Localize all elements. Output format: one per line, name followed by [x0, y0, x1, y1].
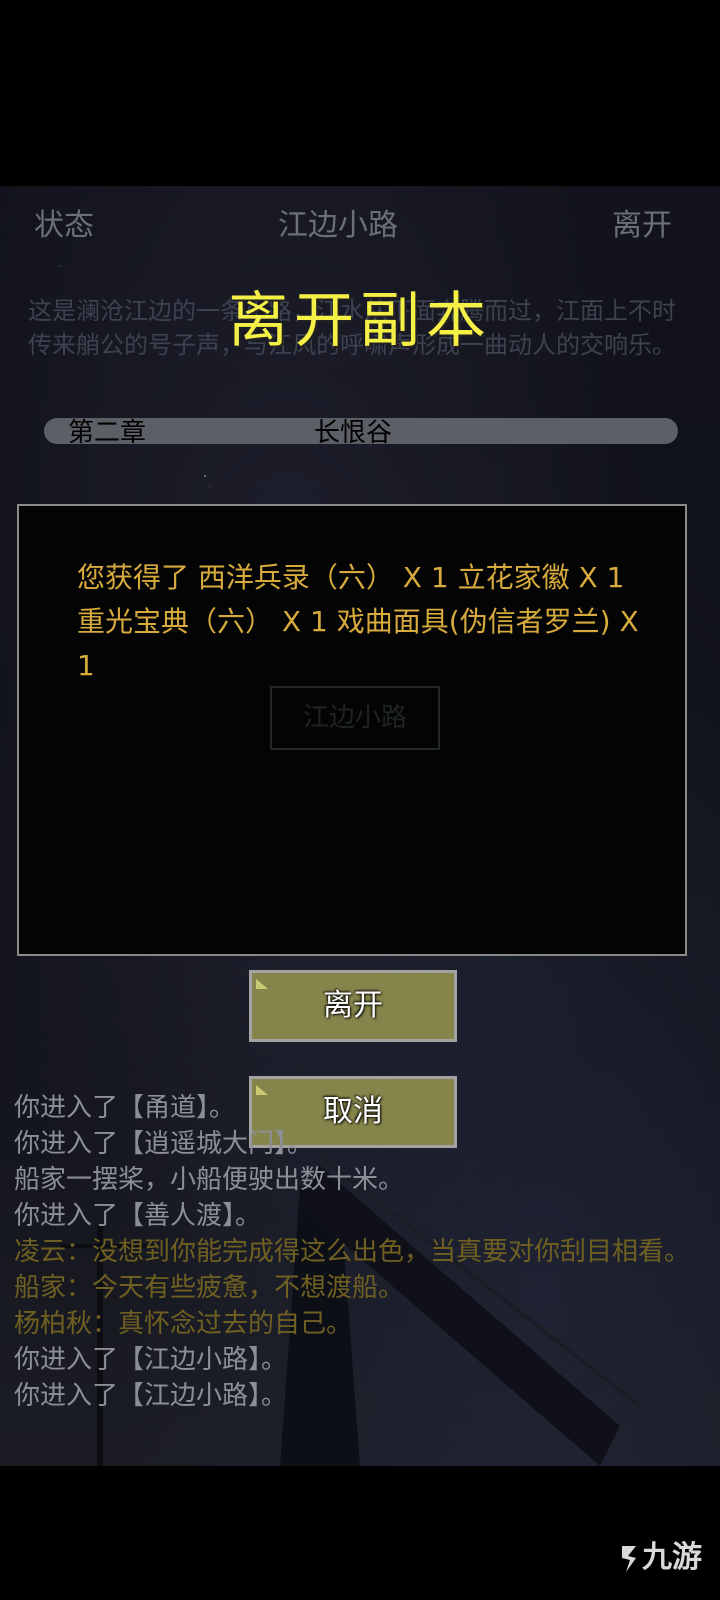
- watermark-text: 九游: [642, 1540, 702, 1575]
- log-line: 杨柏秋：真怀念过去的自己。: [14, 1309, 353, 1339]
- watermark-logo-icon: [622, 1545, 636, 1572]
- chapter-name: 长恨谷: [314, 418, 393, 448]
- reward-message: 您获得了 西洋兵录（六） X 1 立花家徽 X 1 重光宝典（六） X 1 戏曲…: [77, 561, 639, 682]
- log-line: 船家一摆桨，小船便驶出数十米。: [14, 1165, 405, 1195]
- log-line: 船家：今天有些疲惫，不想渡船。: [14, 1273, 405, 1303]
- top-bar: 状态 江边小路 离开: [0, 186, 720, 252]
- chapter-label: 第二章: [68, 418, 147, 448]
- dialog-title: 离开副本: [228, 286, 492, 356]
- log-line: 你进入了【逍遥城大门】。: [14, 1129, 314, 1159]
- confirm-leave-button[interactable]: 离开: [249, 970, 457, 1042]
- status-tab[interactable]: 状态: [34, 200, 94, 244]
- leave-tab[interactable]: 离开: [612, 200, 672, 244]
- watermark: 九游: [616, 1532, 702, 1576]
- log-line: 你进入了【江边小路】。: [14, 1381, 288, 1411]
- log-line: 你进入了【善人渡】。: [14, 1201, 262, 1231]
- log-line: 你进入了【江边小路】。: [14, 1345, 288, 1375]
- background-location-button: 江边小路: [270, 686, 440, 750]
- game-screen: 状态 江边小路 离开 这是澜沧江边的一条小路，江水从下面奔腾而过，江面上不时传来…: [0, 186, 720, 1466]
- message-log: 你进入了【甬道】。你进入了【逍遥城大门】。船家一摆桨，小船便驶出数十米。 你进入了…: [14, 1090, 694, 1414]
- log-line: 凌云：没想到你能完成得这么出色，当真要对你刮目相看。: [14, 1237, 691, 1267]
- location-title: 江边小路: [278, 208, 398, 243]
- log-line: 你进入了【甬道】。: [14, 1093, 236, 1123]
